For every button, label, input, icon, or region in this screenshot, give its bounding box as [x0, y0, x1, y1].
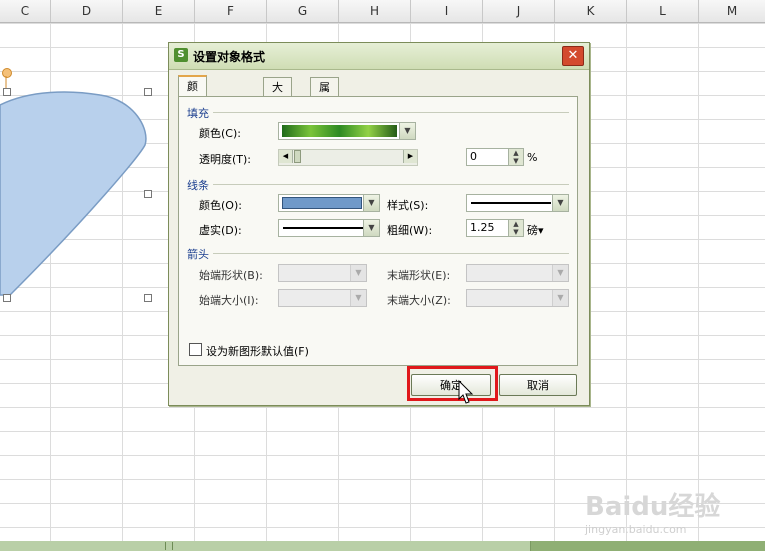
- slider-thumb[interactable]: [294, 150, 301, 163]
- line-color-swatch: [282, 197, 362, 209]
- line-color-label: 颜色(O):: [199, 199, 242, 212]
- fill-color-label: 颜色(C):: [199, 127, 241, 140]
- chevron-down-icon: ▼: [399, 123, 415, 139]
- fill-texture-swatch: [282, 125, 397, 137]
- chevron-down-icon: ▼: [363, 220, 379, 236]
- line-section-title: 线条: [187, 179, 209, 192]
- dash-label: 虚实(D):: [199, 224, 242, 237]
- begin-style-label: 始端形状(B):: [199, 269, 263, 282]
- default-checkbox[interactable]: [189, 343, 202, 356]
- dialog-title: 设置对象格式: [193, 50, 266, 64]
- scrollbar-grip: [165, 542, 173, 550]
- column-header-k[interactable]: K: [555, 0, 627, 22]
- column-header-g[interactable]: G: [267, 0, 339, 22]
- transparency-value: 0: [470, 150, 477, 163]
- tab-color-and-lines[interactable]: 颜色与线条: [178, 75, 207, 169]
- weight-unit[interactable]: 磅▾: [527, 222, 544, 238]
- line-divider: [213, 184, 569, 185]
- column-header-f[interactable]: F: [195, 0, 267, 22]
- begin-size-label: 始端大小(I):: [199, 294, 259, 307]
- resize-handle-top-right[interactable]: [144, 88, 152, 96]
- end-size-label: 末端大小(Z):: [387, 294, 451, 307]
- format-object-dialog: S 设置对象格式 ✕ 颜色与线条 大小 属性 填充 颜色(C): ▼ 透明度(T…: [168, 42, 590, 406]
- column-header-bar: C D E F G H I J K L M: [0, 0, 765, 23]
- column-header-h[interactable]: H: [339, 0, 411, 22]
- begin-style-select[interactable]: ▼: [278, 264, 367, 282]
- resize-handle-bottom-left[interactable]: [3, 294, 11, 302]
- resize-handle-bottom-right[interactable]: [144, 294, 152, 302]
- column-header-m[interactable]: M: [699, 0, 765, 22]
- chevron-down-icon: ▼: [350, 265, 366, 281]
- resize-handle-top-left[interactable]: [3, 88, 11, 96]
- end-size-select[interactable]: ▼: [466, 289, 569, 307]
- begin-size-select[interactable]: ▼: [278, 289, 367, 307]
- transparency-label: 透明度(T):: [199, 153, 252, 166]
- tab-properties[interactable]: 属性: [310, 77, 339, 113]
- arrow-left-icon[interactable]: ◀: [279, 150, 293, 163]
- spin-arrows[interactable]: ▲ ▼: [508, 220, 523, 236]
- scrollbar-thumb[interactable]: [0, 541, 531, 551]
- arrow-right-icon[interactable]: ▶: [403, 150, 417, 163]
- dash-select[interactable]: ▼: [278, 219, 380, 237]
- percent-sign: %: [527, 151, 538, 164]
- fill-section-title: 填充: [187, 107, 209, 120]
- default-checkbox-label[interactable]: 设为新图形默认值(F): [206, 343, 309, 359]
- column-header-j[interactable]: J: [483, 0, 555, 22]
- heart-shape[interactable]: [0, 85, 150, 300]
- wps-app-icon: S: [174, 48, 188, 62]
- column-header-d[interactable]: D: [51, 0, 123, 22]
- highlight-box: [407, 366, 498, 401]
- chevron-down-icon: ▼: [552, 290, 568, 306]
- transparency-slider[interactable]: ◀ ▶: [278, 149, 418, 166]
- spin-arrows[interactable]: ▲ ▼: [508, 149, 523, 165]
- dash-preview: [283, 227, 363, 229]
- tab-size[interactable]: 大小: [263, 77, 292, 113]
- column-header-i[interactable]: I: [411, 0, 483, 22]
- arrows-divider: [213, 253, 569, 254]
- line-style-select[interactable]: ▼: [466, 194, 569, 212]
- watermark-url: jingyan.baidu.com: [585, 523, 687, 536]
- line-style-label: 样式(S):: [387, 199, 429, 212]
- arrows-section-title: 箭头: [187, 248, 209, 261]
- watermark-brand: Baidu经验: [585, 492, 721, 522]
- fill-color-select[interactable]: ▼: [278, 122, 416, 140]
- column-header-l[interactable]: L: [627, 0, 699, 22]
- weight-label: 粗细(W):: [387, 224, 433, 237]
- weight-value: 1.25: [470, 221, 495, 234]
- tab-panel: 填充 颜色(C): ▼ 透明度(T): ◀ ▶ 0 ▲ ▼ % 线条 颜色(O):…: [178, 96, 578, 366]
- chevron-down-icon: ▼: [363, 195, 379, 211]
- chevron-down-icon: ▼: [552, 195, 568, 211]
- fill-divider: [213, 112, 569, 113]
- end-style-label: 末端形状(E):: [387, 269, 451, 282]
- mouse-cursor-icon: [458, 379, 474, 404]
- line-style-preview: [471, 202, 551, 204]
- transparency-input[interactable]: 0 ▲ ▼: [466, 148, 524, 166]
- chevron-down-icon: ▼: [552, 265, 568, 281]
- line-color-select[interactable]: ▼: [278, 194, 380, 212]
- baidu-watermark: Baidu经验 jingyan.baidu.com: [585, 486, 720, 536]
- column-header-e[interactable]: E: [123, 0, 195, 22]
- resize-handle-right[interactable]: [144, 190, 152, 198]
- horizontal-scrollbar[interactable]: [0, 541, 765, 551]
- chevron-down-icon: ▼: [350, 290, 366, 306]
- column-header-c[interactable]: C: [0, 0, 51, 22]
- close-button[interactable]: ✕: [562, 46, 584, 66]
- cancel-button[interactable]: 取消: [499, 374, 577, 396]
- dialog-title-bar[interactable]: S 设置对象格式 ✕: [169, 43, 589, 70]
- end-style-select[interactable]: ▼: [466, 264, 569, 282]
- rotation-handle[interactable]: [2, 68, 12, 78]
- weight-input[interactable]: 1.25 ▲ ▼: [466, 219, 524, 237]
